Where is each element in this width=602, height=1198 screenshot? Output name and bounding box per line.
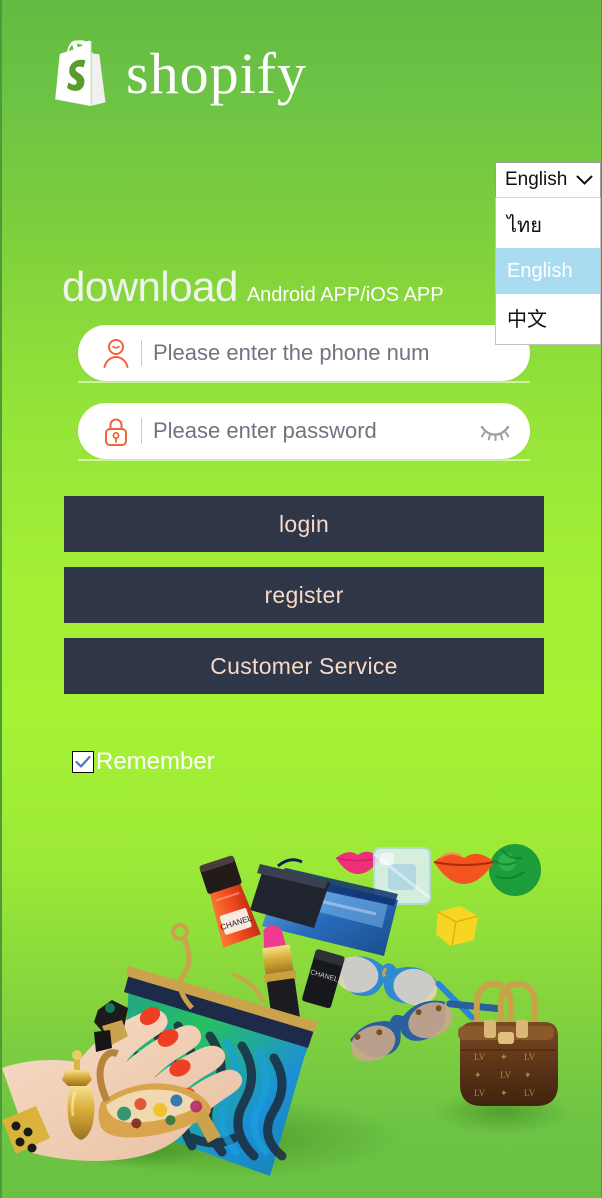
language-option-english[interactable]: English bbox=[496, 248, 600, 294]
svg-text:LV: LV bbox=[474, 1088, 486, 1098]
language-option-thai[interactable]: ไทย bbox=[496, 202, 600, 248]
download-heading: download Android APP/iOS APP bbox=[62, 266, 444, 308]
svg-text:LV: LV bbox=[524, 1088, 536, 1098]
language-option-chinese[interactable]: 中文 bbox=[496, 294, 600, 340]
language-option-label: English bbox=[507, 259, 573, 282]
lock-icon bbox=[98, 413, 134, 449]
field-divider bbox=[141, 340, 142, 366]
phone-input-field[interactable]: Please enter the phone num bbox=[78, 325, 530, 381]
svg-text:LV: LV bbox=[524, 1052, 536, 1062]
svg-text:✦: ✦ bbox=[500, 1052, 508, 1062]
svg-text:✦: ✦ bbox=[524, 1070, 532, 1080]
brand-wordmark: shopify bbox=[126, 41, 307, 106]
svg-text:✦: ✦ bbox=[500, 1088, 508, 1098]
language-selected-value: English bbox=[505, 169, 568, 190]
svg-text:CHANEL: CHANEL bbox=[219, 913, 253, 932]
remember-row[interactable]: Remember bbox=[72, 748, 215, 776]
check-icon bbox=[75, 755, 91, 768]
language-option-label: 中文 bbox=[507, 308, 547, 331]
svg-text:CHANEL: CHANEL bbox=[309, 969, 338, 984]
brand-logo: shopify bbox=[50, 38, 307, 110]
customer-service-button[interactable]: Customer Service bbox=[64, 638, 544, 694]
download-title: download bbox=[62, 263, 238, 310]
login-button[interactable]: login bbox=[64, 496, 544, 552]
password-input-placeholder: Please enter password bbox=[153, 418, 377, 443]
chevron-down-icon bbox=[576, 172, 593, 189]
user-icon bbox=[98, 335, 134, 371]
password-field-underline bbox=[78, 459, 530, 461]
register-button[interactable]: register bbox=[64, 567, 544, 623]
remember-checkbox[interactable] bbox=[72, 751, 94, 773]
field-divider bbox=[141, 418, 142, 444]
svg-text:LV: LV bbox=[500, 1070, 512, 1080]
phone-input-placeholder: Please enter the phone num bbox=[153, 340, 430, 365]
phone-field-underline bbox=[78, 381, 530, 383]
password-input-field[interactable]: Please enter password bbox=[78, 403, 530, 459]
language-selector[interactable]: English ไทย English 中文 bbox=[495, 162, 601, 345]
svg-text:✦: ✦ bbox=[474, 1070, 482, 1080]
language-option-label: ไทย bbox=[507, 215, 542, 237]
eye-off-icon[interactable] bbox=[478, 418, 512, 444]
svg-text:LV: LV bbox=[474, 1052, 486, 1062]
product-collage-image: CHANEL CHANEL LV ✦ LV ✦ LV ✦ LV ✦ LV bbox=[2, 820, 601, 1198]
language-options-list[interactable]: ไทย English 中文 bbox=[495, 198, 601, 345]
download-subtitle: Android APP/iOS APP bbox=[246, 284, 444, 306]
language-select-button[interactable]: English bbox=[495, 162, 601, 198]
shopify-bag-icon bbox=[50, 38, 112, 110]
remember-label: Remember bbox=[96, 748, 215, 775]
login-screen: shopify English ไทย English 中文 download bbox=[0, 0, 602, 1198]
